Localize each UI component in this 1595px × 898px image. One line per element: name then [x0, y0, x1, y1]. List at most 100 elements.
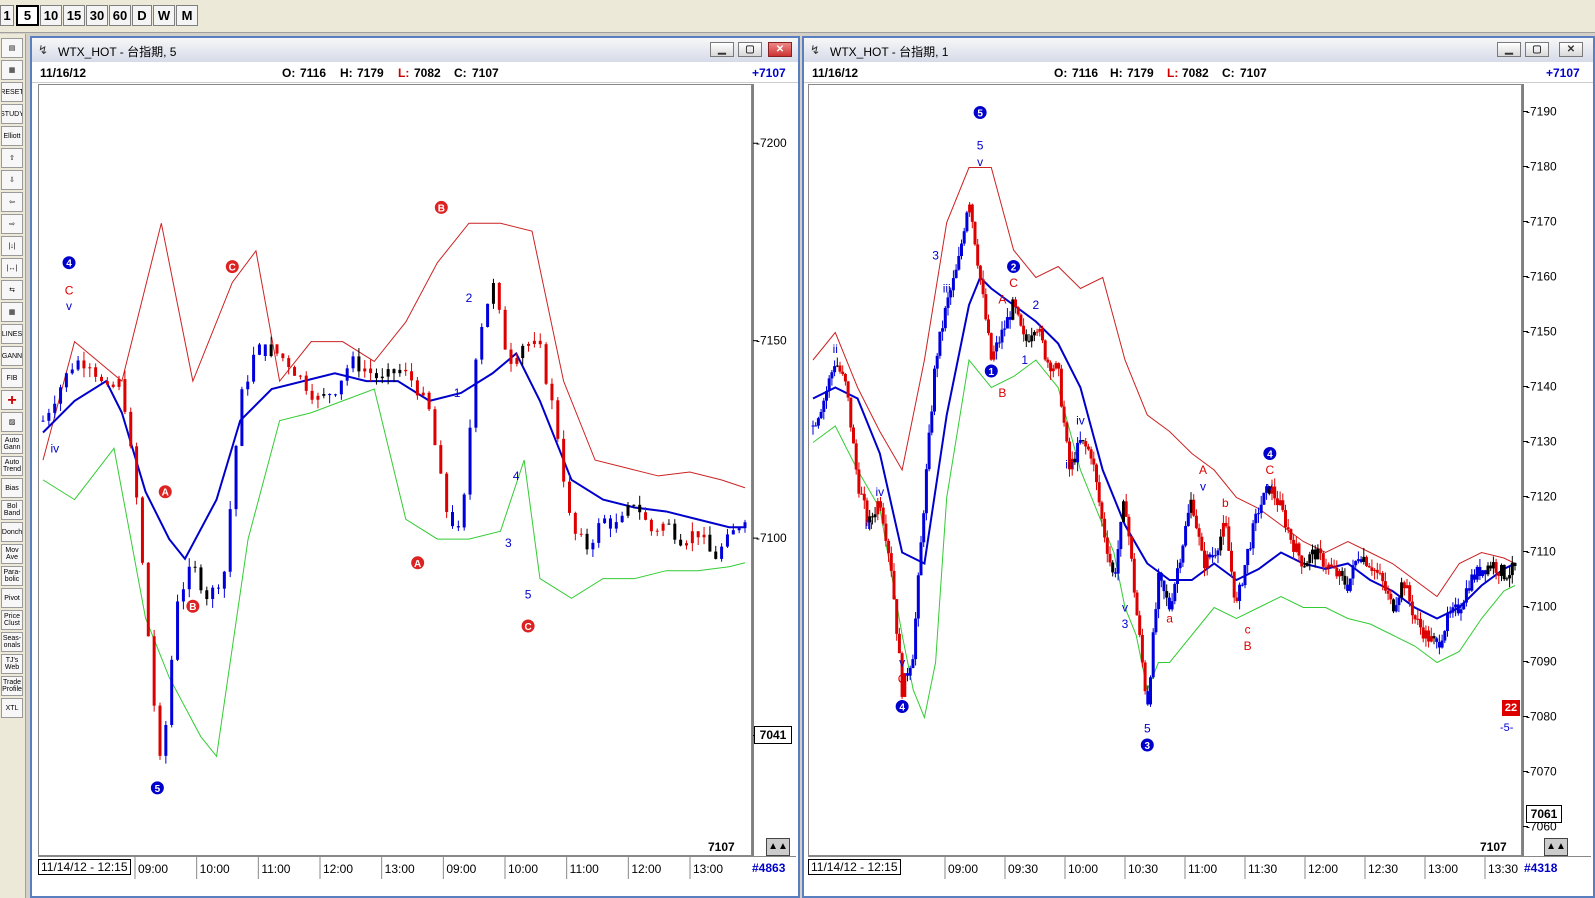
candle-body: [919, 542, 923, 576]
xtl-tool[interactable]: XTL: [1, 698, 23, 718]
timeframe-m-button[interactable]: M: [176, 5, 198, 26]
close-label: C:: [454, 66, 467, 80]
wave-label-7: C: [224, 259, 240, 275]
print-tool[interactable]: ▨: [1, 412, 23, 432]
arrow-up-tool[interactable]: ⇧: [1, 148, 23, 168]
timeframe-10-button[interactable]: 10: [40, 5, 62, 26]
candle-body: [404, 369, 408, 372]
candle-body: [1292, 539, 1296, 552]
maximize-button[interactable]: ▢: [1525, 42, 1549, 57]
open-tool[interactable]: ▤: [1, 38, 23, 58]
minimize-button[interactable]: ▁: [1497, 42, 1521, 57]
wave-label-3: 2: [1006, 259, 1022, 274]
candle-body: [123, 379, 127, 412]
candle-body: [205, 590, 209, 600]
candle-body: [1246, 548, 1250, 566]
x-tick-label: 13:00: [1428, 862, 1458, 876]
wave-label-6: B: [185, 598, 201, 614]
arrow-down-tool[interactable]: ⇩: [1, 170, 23, 190]
candle-body: [1211, 555, 1215, 558]
candle-body: [275, 344, 279, 354]
wave-label-27: iv: [1076, 414, 1085, 428]
candle-body: [433, 409, 437, 446]
candle-body: [862, 493, 866, 501]
arrow-left-tool[interactable]: ⇦: [1, 192, 23, 212]
auto-trend-tool[interactable]: Auto Trend: [1, 456, 23, 476]
candle-body: [1419, 618, 1422, 628]
candle-body: [1046, 359, 1050, 363]
x-tick-label: 11:00: [570, 862, 599, 876]
x-tick-label: 12:00: [1308, 862, 1338, 876]
timeframe-1-button[interactable]: 1: [0, 5, 14, 26]
candle-body: [480, 326, 484, 360]
timeframe-d-button[interactable]: D: [132, 5, 152, 26]
pivot-tool[interactable]: Pivot: [1, 588, 23, 608]
candle-body: [1259, 504, 1263, 514]
candle-body: [573, 512, 577, 534]
wave-label-22: iv: [876, 485, 885, 499]
chart-settings-icon[interactable]: ▲▲: [1544, 838, 1568, 856]
candle-body: [398, 369, 402, 374]
expand-tool[interactable]: |↔|: [1, 258, 23, 278]
trade-profile-tool[interactable]: Trade Profile: [1, 676, 23, 696]
candle-body: [47, 412, 51, 421]
palette-tool[interactable]: ▦: [1, 60, 23, 80]
candle-body: [708, 534, 712, 552]
close-button[interactable]: ✕: [768, 42, 792, 57]
timeframe-w-button[interactable]: W: [153, 5, 175, 26]
donch-tool[interactable]: Donch: [1, 522, 23, 542]
grid-tool[interactable]: ▦: [1, 302, 23, 322]
candle-body: [1429, 636, 1433, 642]
y-tick-label: -7170: [1526, 215, 1557, 229]
x-tick-label: 10:00: [1068, 862, 1098, 876]
timeframe-15-button[interactable]: 15: [63, 5, 85, 26]
maximize-button[interactable]: ▢: [738, 42, 762, 57]
seasonals-tool[interactable]: Seas-onals: [1, 632, 23, 652]
candle-body: [1454, 604, 1458, 608]
candle-body: [1043, 340, 1047, 360]
wave-label-10: C: [1266, 463, 1275, 477]
candle-body: [252, 354, 256, 382]
bol-band-tool[interactable]: Bol Band: [1, 500, 23, 520]
arrow-right-tool[interactable]: ⇨: [1, 214, 23, 234]
timeframe-30-button[interactable]: 30: [86, 5, 108, 26]
candle-body: [521, 345, 525, 359]
wave-label-23: iii: [865, 518, 873, 532]
window-titlebar[interactable]: ↯ WTX_HOT - 台指期, 5 ▁ ▢ ✕: [32, 38, 798, 63]
candle-body: [1400, 582, 1404, 598]
candle-body: [1321, 553, 1325, 567]
candle-body: [626, 505, 630, 516]
compress-tool[interactable]: |↓|: [1, 236, 23, 256]
parabolic-tool[interactable]: Para-bolic: [1, 566, 23, 586]
window-titlebar[interactable]: ↯ WTX_HOT - 台指期, 1 ▁ ▢ ✕: [804, 38, 1593, 63]
price-plot[interactable]: 5 5 v 2 1 4 Cv 3 4 Cv Bc Av A C 2 1 Bii iv iii 3 iii iii iv v 3 5…: [808, 84, 1522, 856]
candle-body: [968, 204, 972, 213]
elliott-tool[interactable]: Elliott: [1, 126, 23, 146]
candle-body: [421, 392, 425, 396]
candle-body: [64, 373, 68, 388]
tjs-web-tool[interactable]: TJ's Web: [1, 654, 23, 674]
wave-label-2: v: [977, 155, 983, 169]
study-tool[interactable]: STUDY: [1, 104, 23, 124]
gann-tool[interactable]: GANN: [1, 346, 23, 366]
scroll-tool[interactable]: ⇆: [1, 280, 23, 300]
mov-ave-tool[interactable]: Mov Ave: [1, 544, 23, 564]
minimize-button[interactable]: ▁: [710, 42, 734, 57]
timeframe-5-button[interactable]: 5: [16, 5, 39, 26]
candle-body: [170, 659, 174, 726]
price-clust-tool[interactable]: Price Clust: [1, 610, 23, 630]
timeframe-60-button[interactable]: 60: [109, 5, 131, 26]
crosshair-tool[interactable]: +: [1, 390, 23, 410]
fib-tool[interactable]: FIB: [1, 368, 23, 388]
candle-body: [1089, 449, 1093, 459]
price-plot[interactable]: 4 Cv iv 5 A B C A B 2 1 4 3 5 C: [38, 84, 752, 856]
auto-gann-tool[interactable]: Auto Gann: [1, 434, 23, 454]
close-button[interactable]: ✕: [1559, 42, 1583, 57]
candle-body: [927, 432, 931, 470]
lines-tool[interactable]: LINES: [1, 324, 23, 344]
chart-settings-icon[interactable]: ▲▲: [766, 838, 790, 856]
candle-body: [911, 659, 915, 669]
candle-body: [59, 387, 63, 404]
reset-tool[interactable]: RESET: [1, 82, 23, 102]
bias-tool[interactable]: Bias: [1, 478, 23, 498]
